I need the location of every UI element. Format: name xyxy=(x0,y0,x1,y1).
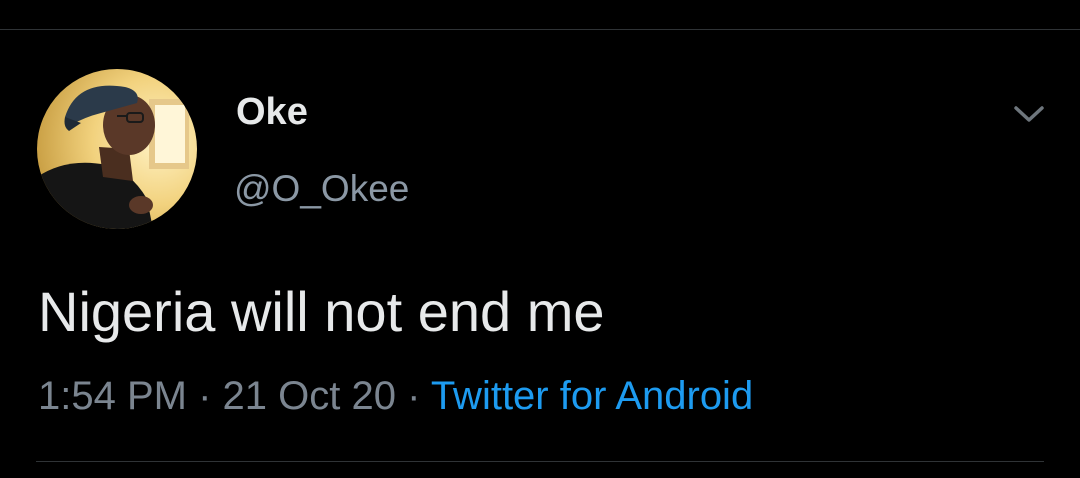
meta-separator: · xyxy=(407,374,421,418)
tweet-source-link[interactable]: Twitter for Android xyxy=(431,374,753,418)
tweet-text: Nigeria will not end me xyxy=(38,280,605,343)
chevron-down-icon[interactable] xyxy=(1011,99,1047,129)
meta-separator: · xyxy=(198,374,212,418)
avatar[interactable] xyxy=(37,69,197,229)
tweet-time[interactable]: 1:54 PM xyxy=(38,374,187,418)
profile-photo-icon xyxy=(37,69,197,229)
top-divider xyxy=(0,29,1080,30)
author-handle[interactable]: @O_Okee xyxy=(234,170,409,207)
bottom-divider xyxy=(36,461,1044,462)
tweet-meta: 1:54 PM · 21 Oct 20 · Twitter for Androi… xyxy=(38,376,753,416)
author-display-name[interactable]: Oke xyxy=(236,93,308,131)
tweet-date[interactable]: 21 Oct 20 xyxy=(223,374,396,418)
